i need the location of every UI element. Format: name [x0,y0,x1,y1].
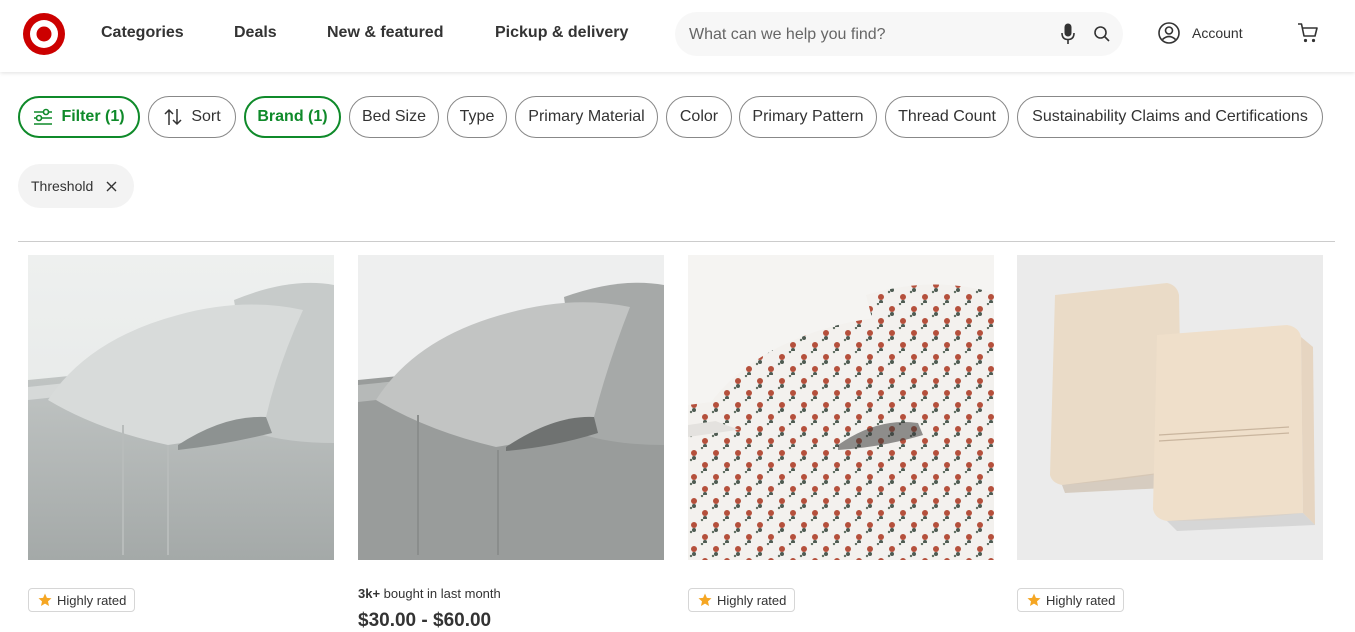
badge-label: Highly rated [57,592,127,608]
bought-in-last-month: 3k+ bought in last month [358,586,501,601]
primary-material-filter-chip[interactable]: Primary Material [515,96,658,138]
bought-count: 3k+ [358,586,381,601]
microphone-icon[interactable] [1061,23,1075,45]
sort-arrows-icon [164,108,182,126]
account-label: Account [1192,25,1243,41]
product-price: $30.00 - $60.00 [358,610,492,631]
bed-size-filter-chip[interactable]: Bed Size [349,96,439,138]
filter-label: Filter (1) [61,108,125,125]
target-logo-icon[interactable] [22,12,66,56]
product-card[interactable] [688,255,994,560]
cart-icon[interactable] [1297,22,1319,44]
product-image-floral-print-sheet-set[interactable] [688,255,994,560]
highly-rated-badge: Highly rated [28,588,136,612]
color-filter-chip[interactable]: Color [666,96,732,138]
nav-deals[interactable]: Deals [234,24,277,42]
badge-label: Highly rated [1046,592,1116,608]
account-button[interactable]: Account [1158,22,1243,44]
sliders-icon [34,108,53,125]
sort-label: Sort [191,108,221,125]
nav-pickup-delivery[interactable]: Pickup & delivery [495,24,628,42]
star-icon [38,593,52,606]
type-filter-chip[interactable]: Type [447,96,507,138]
product-image-cream-pillowcases[interactable] [1017,255,1323,560]
sort-button[interactable]: Sort [148,96,236,138]
badge-label: Highly rated [717,592,787,608]
search-bar [675,12,1123,58]
nav-new-featured[interactable]: New & featured [327,24,443,42]
search-input[interactable] [687,12,1051,58]
nav-categories[interactable]: Categories [101,24,184,42]
close-icon[interactable] [106,181,117,192]
product-card[interactable] [1017,255,1323,560]
star-icon [698,593,712,606]
filter-bar: Filter (1) Sort Brand (1) Bed Size Type … [0,72,1355,232]
bought-text: bought in last month [380,586,501,601]
site-header: Categories Deals New & featured Pickup &… [0,0,1355,72]
product-image-heather-gray-sheet-set[interactable] [358,255,664,560]
primary-pattern-filter-chip[interactable]: Primary Pattern [739,96,877,138]
product-card[interactable] [28,255,334,560]
product-card[interactable] [358,255,664,560]
star-icon [1027,593,1041,606]
brand-filter-chip[interactable]: Brand (1) [244,96,341,138]
applied-filter-label: Threshold [31,178,94,194]
applied-filter-threshold[interactable]: Threshold [18,164,134,208]
account-icon [1158,22,1180,44]
highly-rated-badge: Highly rated [688,588,796,612]
filter-button[interactable]: Filter (1) [18,96,140,138]
sustainability-filter-chip[interactable]: Sustainability Claims and Certifications [1017,96,1323,138]
search-icon[interactable] [1093,25,1111,43]
divider [18,241,1335,242]
thread-count-filter-chip[interactable]: Thread Count [885,96,1009,138]
product-image-gray-sheet-set[interactable] [28,255,334,560]
highly-rated-badge: Highly rated [1017,588,1125,612]
